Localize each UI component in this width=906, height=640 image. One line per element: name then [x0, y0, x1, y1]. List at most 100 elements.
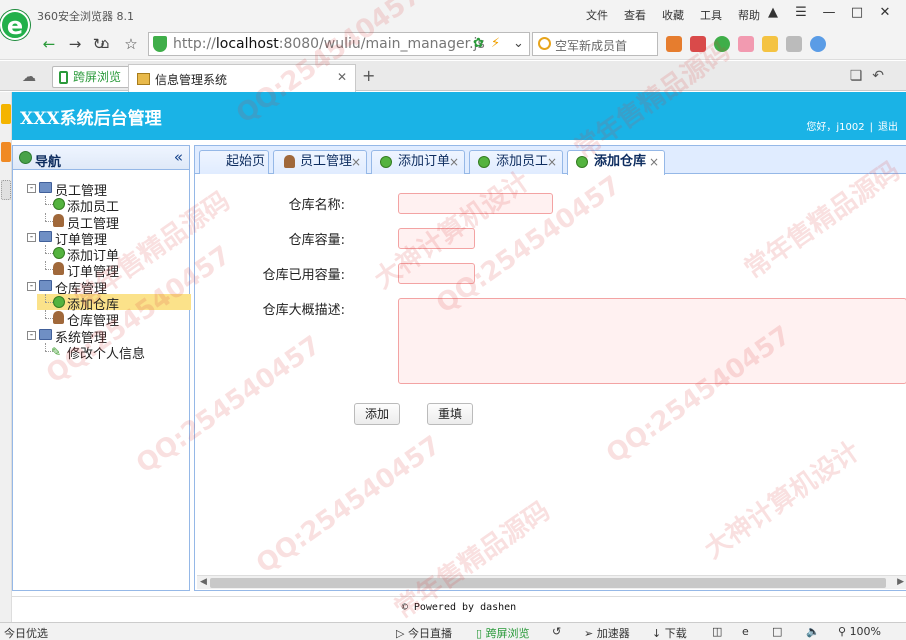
- logout-link[interactable]: 退出: [878, 122, 898, 133]
- nav-panel: 导航 « - 员工管理 添加员工 员工管理 - 订单管理 添加订单 订单管理 - 仓库管理 添加仓库…: [12, 145, 191, 591]
- tab-label: 添加仓库: [594, 154, 647, 169]
- side-favorite-icon[interactable]: [1, 104, 11, 124]
- collapse-toggle-icon[interactable]: -: [27, 330, 36, 340]
- user-greeting: 您好，j1002: [806, 122, 865, 133]
- browser-tab-title: 信息管理系统: [155, 73, 228, 87]
- home-button[interactable]: ⌂: [94, 34, 116, 54]
- folder-icon: [39, 182, 52, 193]
- extensions-icon[interactable]: [810, 36, 826, 52]
- status-accelerator[interactable]: ➢ 加速器: [584, 625, 630, 640]
- side-more-icon[interactable]: [1, 180, 11, 200]
- translate-icon[interactable]: [786, 36, 802, 52]
- search-text: 空军新成员首: [555, 39, 628, 53]
- window-controls: ▲ ☰ — □ ✕: [760, 4, 898, 22]
- status-download[interactable]: ↓ 下载: [652, 625, 687, 640]
- add-icon: [53, 296, 65, 309]
- new-tab-icon[interactable]: +: [362, 66, 375, 85]
- horizontal-scrollbar[interactable]: ◀ ▶: [197, 575, 906, 589]
- nav-title: 导航: [35, 155, 62, 170]
- search-input[interactable]: 空军新成员首: [532, 32, 658, 56]
- screenshot-icon[interactable]: [762, 36, 778, 52]
- forward-icon[interactable]: →: [64, 34, 86, 54]
- status-window-icon[interactable]: ◫: [712, 625, 722, 638]
- tabs-header: 起始页 员工管理 × 添加订单 × 添加员工 × 添加仓库 ×: [195, 146, 906, 175]
- scroll-left-icon[interactable]: ◀: [200, 576, 207, 589]
- lightning-icon[interactable]: ⚡: [491, 36, 500, 51]
- url-field[interactable]: http://localhost:8080/wuliu/main_manager…: [148, 32, 530, 56]
- status-refresh-icon[interactable]: ↺: [552, 625, 561, 638]
- browser-tab-active[interactable]: 信息管理系统 ✕: [128, 64, 356, 92]
- tab-close-icon[interactable]: ×: [449, 151, 459, 173]
- person-icon: [53, 262, 64, 276]
- user-info: 您好，j1002 | 退出: [806, 122, 898, 133]
- search-engine-icon: [538, 37, 551, 50]
- warehouse-capacity-label: 仓库容量:: [288, 233, 345, 248]
- menu-favorites[interactable]: 收藏: [656, 7, 690, 23]
- status-live[interactable]: ▷ 今日直播: [396, 625, 452, 640]
- tab-tools-icon[interactable]: ❏↶: [850, 68, 894, 84]
- zoom-level[interactable]: ⚲ 100%: [838, 625, 881, 638]
- cloud-icon[interactable]: ☁: [22, 69, 36, 85]
- status-split-view[interactable]: ▯ 跨屏浏览: [476, 625, 530, 640]
- tabs-panel: 起始页 员工管理 × 添加订单 × 添加员工 × 添加仓库 × 仓库名称: 仓库…: [194, 145, 906, 591]
- add-icon: [380, 156, 392, 168]
- skin-icon[interactable]: ▲: [760, 4, 786, 22]
- warehouse-name-input[interactable]: [398, 193, 553, 214]
- menu-icon[interactable]: ☰: [788, 4, 814, 22]
- back-icon[interactable]: ←: [38, 34, 60, 54]
- apps-icon[interactable]: [666, 36, 682, 52]
- minimize-icon[interactable]: —: [816, 4, 842, 22]
- warehouse-desc-textarea[interactable]: [398, 298, 906, 384]
- add-icon: [576, 156, 588, 168]
- favicon-icon: [137, 73, 150, 85]
- app-title: XXX系统后台管理: [20, 109, 162, 129]
- speed-icon[interactable]: ✿: [473, 36, 484, 51]
- warehouse-capacity-input[interactable]: [398, 228, 475, 249]
- address-bar: ← → ↻ ⌂ ☆ http://localhost:8080/wuliu/ma…: [0, 28, 906, 60]
- star-icon[interactable]: ☆: [120, 34, 142, 54]
- close-icon[interactable]: ✕: [872, 4, 898, 22]
- side-tool-icon[interactable]: [1, 142, 11, 162]
- status-page-icon[interactable]: □: [772, 625, 782, 638]
- browser-menu: 文件 查看 收藏 工具 帮助: [580, 7, 766, 23]
- person-icon: [53, 311, 64, 325]
- browser-logo-icon[interactable]: e: [0, 10, 30, 40]
- collapse-icon[interactable]: «: [174, 148, 183, 166]
- tab-add-employee[interactable]: 添加员工 ×: [469, 150, 563, 174]
- maximize-icon[interactable]: □: [844, 4, 870, 22]
- status-sound-icon[interactable]: 🔈: [806, 625, 820, 638]
- tab-home[interactable]: 起始页: [199, 150, 269, 174]
- ad-icon[interactable]: [738, 36, 754, 52]
- reset-button[interactable]: 重填: [427, 403, 473, 425]
- money-icon[interactable]: [714, 36, 730, 52]
- tab-add-order[interactable]: 添加订单 ×: [371, 150, 465, 174]
- scroll-thumb[interactable]: [210, 578, 886, 588]
- warehouse-used-input[interactable]: [398, 263, 475, 284]
- add-warehouse-form: 仓库名称: 仓库容量: 仓库已用容量: 仓库大概描述: 添加 重填: [195, 174, 906, 574]
- menu-file[interactable]: 文件: [580, 7, 614, 23]
- tab-close-icon[interactable]: ×: [547, 151, 557, 173]
- tab-close-icon[interactable]: ×: [649, 151, 659, 173]
- tab-close-icon[interactable]: ×: [351, 151, 361, 173]
- add-button[interactable]: 添加: [354, 403, 400, 425]
- browser-titlebar: 360安全浏览器 8.1 文件 查看 收藏 工具 帮助 ▲ ☰ — □ ✕: [0, 0, 906, 28]
- person-icon: [284, 155, 295, 168]
- split-view-label: 跨屏浏览: [73, 70, 122, 84]
- scroll-right-icon[interactable]: ▶: [897, 576, 904, 589]
- menu-view[interactable]: 查看: [618, 7, 652, 23]
- tab-close-icon[interactable]: ✕: [337, 70, 347, 84]
- tab-add-warehouse[interactable]: 添加仓库 ×: [567, 150, 665, 175]
- folder-icon: [39, 230, 52, 242]
- browser-statusbar: 今日优选 ▷ 今日直播 ▯ 跨屏浏览 ↺ ➢ 加速器 ↓ 下载 ◫ e □ 🔈 …: [0, 622, 906, 640]
- collapse-toggle-icon[interactable]: -: [27, 232, 36, 242]
- split-view-button[interactable]: 跨屏浏览: [52, 66, 131, 88]
- status-today-pick[interactable]: 今日优选: [4, 625, 48, 640]
- news-icon[interactable]: [690, 36, 706, 52]
- collapse-toggle-icon[interactable]: -: [27, 184, 36, 193]
- dropdown-icon[interactable]: ⌄: [513, 36, 524, 51]
- tab-employee-manage[interactable]: 员工管理 ×: [273, 150, 367, 174]
- menu-tools[interactable]: 工具: [694, 7, 728, 23]
- collapse-toggle-icon[interactable]: -: [27, 281, 36, 291]
- tree-item-label: 修改个人信息: [67, 346, 146, 362]
- status-ie-icon[interactable]: e: [742, 625, 749, 638]
